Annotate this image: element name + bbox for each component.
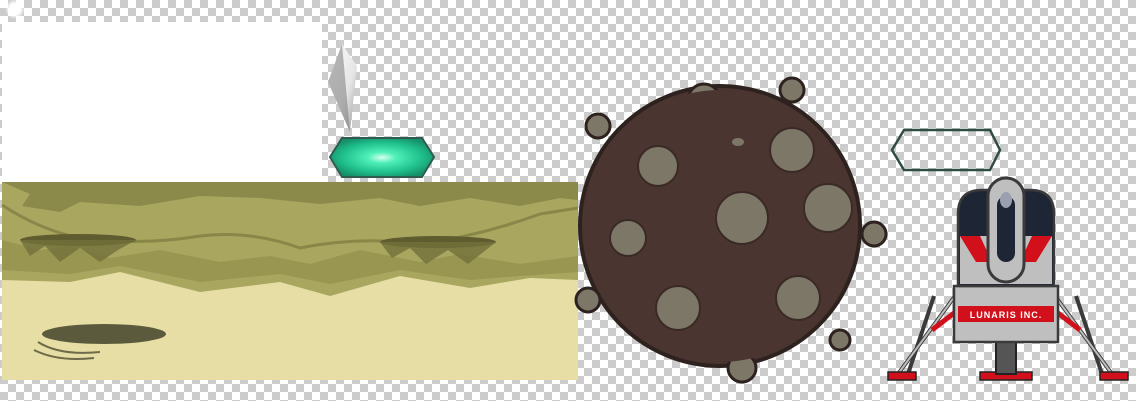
lunar-lander (887, 176, 1129, 381)
asteroid-crater (655, 285, 701, 331)
sprite-atlas: LUNARIS INC. (1, 0, 1129, 384)
white-panel (2, 22, 322, 182)
asteroid-crater (803, 183, 853, 233)
asteroid-crater (769, 127, 815, 173)
lander-logo-text: LUNARIS INC. (970, 310, 1043, 320)
asteroid (574, 76, 888, 384)
star-glow-core (10, 4, 20, 14)
lander-foot (1099, 371, 1129, 381)
ice-shard (328, 44, 357, 132)
crater-front (42, 324, 166, 344)
hex-outline-frame (890, 128, 1002, 172)
asteroid-crater (775, 275, 821, 321)
asteroid-crater (609, 219, 647, 257)
moon-landscape (1, 182, 579, 380)
lander-foot (887, 371, 917, 381)
asteroid-crater (637, 145, 679, 187)
asteroid-crater (715, 191, 769, 245)
glowing-hex-button (328, 137, 436, 178)
